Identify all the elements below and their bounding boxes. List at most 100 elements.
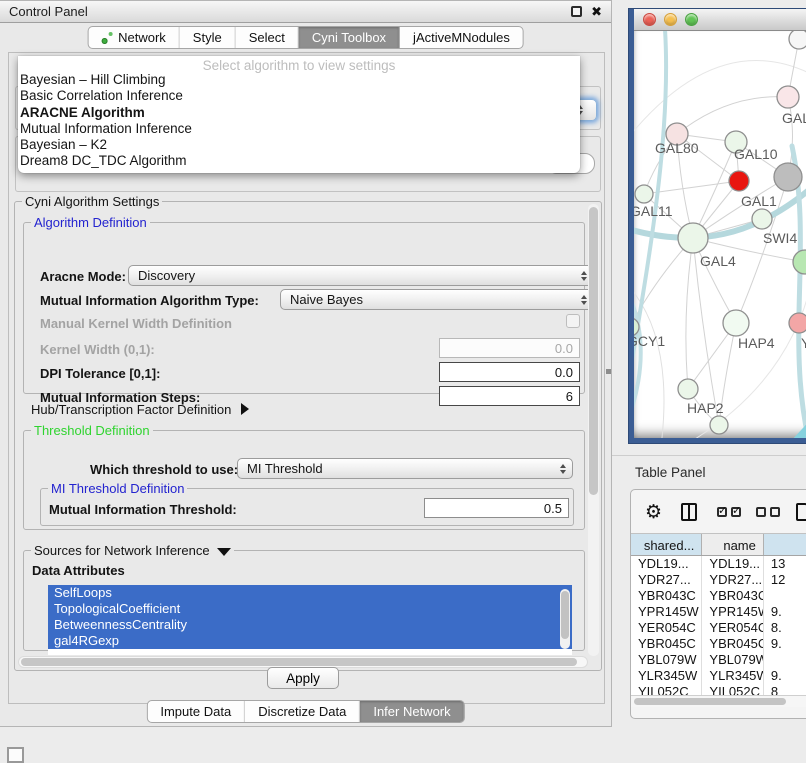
algorithm-dropdown-placeholder: Select algorithm to view settings (18, 56, 580, 72)
table-row[interactable]: YDL19...YDL19...13 (631, 556, 806, 572)
network-node[interactable] (710, 416, 728, 434)
algorithm-option-bayesian-k2[interactable]: Bayesian – K2 (18, 137, 580, 153)
table-row[interactable]: YDR27...YDR27...12 (631, 572, 806, 588)
table-cell: 8. (764, 620, 806, 636)
table-row[interactable]: YBR045CYBR045C9. (631, 636, 806, 652)
tab-select[interactable]: Select (236, 27, 299, 48)
tab-cyni-toolbox[interactable]: Cyni Toolbox (299, 27, 400, 48)
docked-panel-icon[interactable] (7, 747, 24, 763)
close-traffic-light-icon[interactable] (643, 13, 656, 26)
attributes-scrollbar[interactable] (560, 589, 570, 649)
network-edge[interactable] (654, 281, 806, 438)
aracne-mode-select[interactable]: Discovery (128, 265, 594, 286)
hub-definition-toggle[interactable]: Hub/Transcription Factor Definition (31, 402, 249, 417)
table-cell: YDL19... (631, 556, 702, 572)
sources-toggle[interactable]: Sources for Network Inference (31, 543, 234, 558)
select-all-columns-icon[interactable] (717, 507, 741, 517)
mi-threshold-field[interactable]: 0.5 (424, 498, 569, 518)
sources-group: Sources for Network Inference Data Attri… (23, 550, 585, 651)
tab-style[interactable]: Style (180, 27, 236, 48)
tab-jactivemnodules[interactable]: jActiveMNodules (400, 27, 523, 48)
table-cell: YBR045C (702, 636, 763, 652)
apply-button[interactable]: Apply (267, 667, 339, 689)
which-threshold-select[interactable]: MI Threshold (237, 458, 573, 479)
network-graph: GALGAL80GAL10GAL1GAL11SWI4GAL4GCY1HAP4YH… (634, 31, 806, 438)
data-attributes-label: Data Attributes (32, 563, 125, 578)
network-window-titlebar[interactable] (634, 9, 806, 31)
algorithm-definition-group: Algorithm Definition Aracne Mode: Discov… (23, 222, 585, 394)
network-edge[interactable] (634, 276, 664, 438)
table-toolbar: ⚙ (631, 490, 806, 533)
minimize-traffic-light-icon[interactable] (664, 13, 677, 26)
collapse-down-icon (217, 548, 231, 556)
node-label: GAL (782, 110, 806, 126)
table-row[interactable]: YBL079WYBL079W (631, 652, 806, 668)
tab-network[interactable]: Network (88, 27, 180, 48)
table-cell: YER054C (631, 620, 702, 636)
network-node-gal[interactable] (777, 86, 799, 108)
dpi-tolerance-field[interactable]: 0.0 (439, 362, 580, 382)
network-node-gal4[interactable] (678, 223, 708, 253)
network-node-hap2[interactable] (678, 379, 698, 399)
network-node[interactable] (789, 31, 806, 49)
column-header-col2[interactable] (764, 534, 806, 555)
new-table-icon[interactable] (796, 503, 806, 521)
aracne-mode-label: Aracne Mode: (40, 269, 126, 284)
table-cell: 9. (764, 668, 806, 684)
attribute-topologicalcoefficient[interactable]: TopologicalCoefficient (48, 601, 572, 617)
table-cell: YLR345W (631, 668, 702, 684)
unselect-all-columns-icon[interactable] (756, 507, 780, 517)
table-row[interactable]: YPR145WYPR145W9. (631, 604, 806, 620)
attribute-gal4rgexp[interactable]: gal4RGexp (48, 633, 572, 649)
network-node[interactable] (774, 163, 802, 191)
network-node-hap4[interactable] (723, 310, 749, 336)
splitter-handle[interactable] (606, 369, 611, 374)
network-node-gal1[interactable] (729, 171, 749, 191)
column-header-name[interactable]: name (702, 534, 763, 555)
table-horizontal-scrollbar[interactable] (631, 695, 806, 707)
table-row[interactable]: YBR043CYBR043C (631, 588, 806, 604)
attribute-betweennesscentrality[interactable]: BetweennessCentrality (48, 617, 572, 633)
mi-threshold-definition-group: MI Threshold Definition Mutual Informati… (40, 488, 574, 526)
table-row[interactable]: YIL052CYIL052C8 (631, 684, 806, 695)
mi-type-value: Naive Bayes (290, 292, 363, 307)
attribute-selfloops[interactable]: SelfLoops (48, 585, 572, 601)
kernel-width-field[interactable]: 0.0 (439, 338, 580, 358)
mi-steps-field[interactable]: 6 (439, 386, 580, 406)
algorithm-option-dream8-dc-tdc-algorithm[interactable]: Dream8 DC_TDC Algorithm (18, 153, 580, 169)
table-cell: YBR043C (702, 588, 763, 604)
network-canvas[interactable]: GALGAL80GAL10GAL1GAL11SWI4GAL4GCY1HAP4YH… (634, 31, 806, 438)
mi-type-select[interactable]: Naive Bayes (280, 289, 594, 310)
network-node[interactable] (793, 250, 806, 274)
algorithm-option-basic-correlation-inference[interactable]: Basic Correlation Inference (18, 88, 580, 104)
network-edge[interactable] (686, 238, 693, 389)
network-node-gal11[interactable] (635, 185, 653, 203)
close-icon[interactable]: ✖ (591, 6, 602, 17)
manual-kernel-checkbox[interactable] (566, 314, 580, 328)
zoom-traffic-light-icon[interactable] (685, 13, 698, 26)
gear-icon[interactable]: ⚙ (645, 501, 662, 523)
table-cell: YDR27... (702, 572, 763, 588)
network-node-y[interactable] (789, 313, 806, 333)
table-header-row: shared...name (631, 533, 806, 556)
float-panel-icon[interactable] (571, 6, 582, 17)
algorithm-option-aracne-algorithm[interactable]: ARACNE Algorithm (18, 105, 580, 121)
table-cell: YBL079W (631, 652, 702, 668)
table-row[interactable]: YER054CYER054C8. (631, 620, 806, 636)
table-cell: YBL079W (702, 652, 763, 668)
network-node-swi4[interactable] (752, 209, 772, 229)
cyni-algorithm-settings-group: Cyni Algorithm Settings Algorithm Defini… (14, 201, 602, 671)
columns-icon[interactable] (681, 503, 697, 521)
tab-discretize-data[interactable]: Discretize Data (245, 701, 360, 722)
algorithm-option-mutual-information-inference[interactable]: Mutual Information Inference (18, 121, 580, 137)
settings-vertical-scrollbar[interactable] (588, 204, 599, 656)
table-cell: 9. (764, 604, 806, 620)
network-edge[interactable] (677, 97, 788, 134)
tab-infer-network[interactable]: Infer Network (360, 701, 463, 722)
column-header-shared-[interactable]: shared... (631, 534, 702, 555)
algorithm-option-bayesian-hill-climbing[interactable]: Bayesian – Hill Climbing (18, 72, 580, 88)
mi-threshold-definition-title: MI Threshold Definition (48, 481, 187, 496)
tab-impute-data[interactable]: Impute Data (147, 701, 245, 722)
table-row[interactable]: YLR345WYLR345W9. (631, 668, 806, 684)
table-cell: YIL052C (702, 684, 763, 695)
